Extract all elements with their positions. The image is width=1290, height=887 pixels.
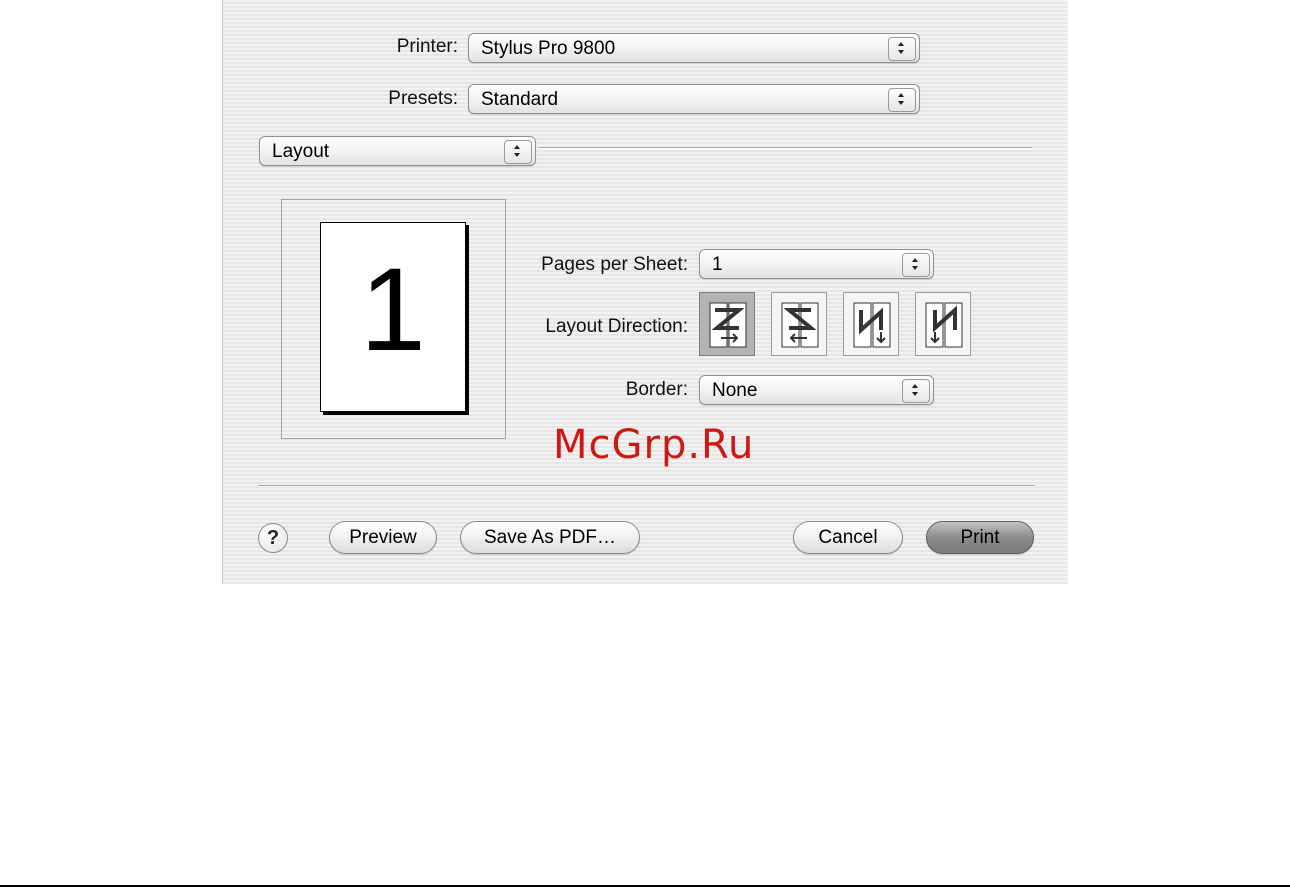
panel-select-popup[interactable]: Layout [259,136,536,166]
printer-value: Stylus Pro 9800 [481,38,616,59]
border-popup[interactable]: None [699,375,934,405]
cancel-button[interactable]: Cancel [793,521,903,554]
printer-popup[interactable]: Stylus Pro 9800 [468,33,920,63]
print-button[interactable]: Print [926,521,1034,554]
panel-select-value: Layout [272,141,330,162]
preview-button[interactable]: Preview [329,521,437,554]
pages-per-sheet-value: 1 [712,254,723,275]
panel-separator [539,147,1032,149]
save-as-pdf-button[interactable]: Save As PDF… [460,521,640,554]
pages-per-sheet-popup[interactable]: 1 [699,249,934,279]
pages-per-sheet-label: Pages per Sheet: [541,254,688,275]
help-button[interactable]: ? [258,523,288,553]
popup-arrows-icon [888,88,916,112]
popup-arrows-icon [888,37,916,61]
preview-page: 1 [320,222,466,412]
direction-z-right-left-button[interactable] [771,292,827,356]
bottom-separator [258,485,1035,487]
border-label: Border: [625,379,688,400]
n-top-bottom-right-icon [925,302,963,348]
watermark-text: McGrp.Ru [553,422,755,468]
printer-label: Printer: [396,36,458,57]
n-top-bottom-left-icon [853,302,891,348]
popup-arrows-icon [902,379,930,403]
popup-arrows-icon [504,140,532,164]
z-right-left-icon [781,302,819,348]
preview-page-number: 1 [360,244,426,376]
z-left-right-icon [709,302,747,348]
popup-arrows-icon [902,253,930,277]
layout-direction-label: Layout Direction: [545,316,688,337]
direction-z-left-right-button[interactable] [699,292,755,356]
direction-n-top-bottom-right-button[interactable] [915,292,971,356]
layout-preview: 1 [281,199,506,439]
direction-n-top-bottom-left-button[interactable] [843,292,899,356]
border-value: None [712,380,758,401]
presets-value: Standard [481,89,559,110]
print-dialog: Printer: Stylus Pro 9800 Presets: Standa… [222,0,1068,584]
presets-label: Presets: [388,88,458,109]
presets-popup[interactable]: Standard [468,84,920,114]
